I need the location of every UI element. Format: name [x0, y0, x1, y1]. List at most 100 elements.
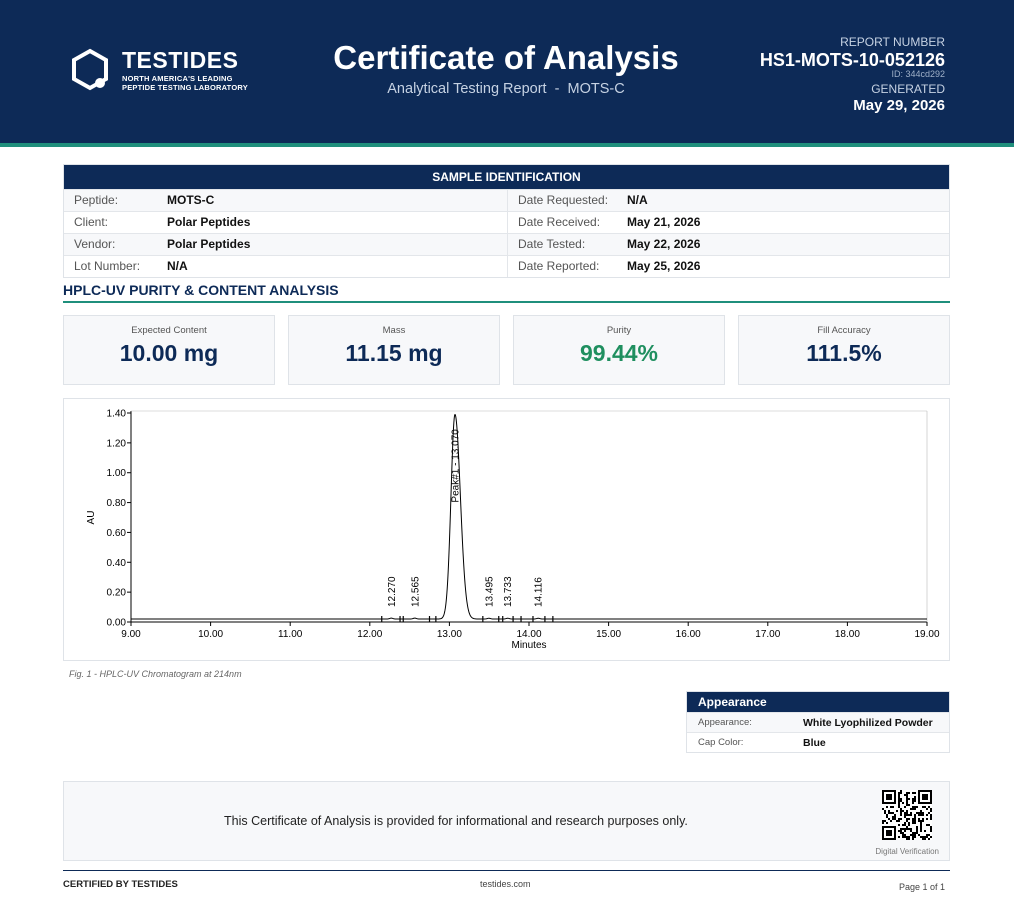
y-tick-label: 0.20: [107, 588, 127, 599]
metric-card-expected-content: Expected Content 10.00 mg: [63, 315, 275, 385]
qr-module: [894, 816, 896, 818]
qr-module: [912, 834, 914, 836]
qr-module: [916, 826, 918, 828]
qr-module: [886, 794, 892, 800]
qr-module: [896, 820, 898, 822]
qr-module: [916, 832, 918, 834]
qr-module: [884, 820, 886, 822]
x-tick-label: 10.00: [198, 629, 223, 640]
qr-module: [916, 812, 918, 814]
field-label: Lot Number:: [74, 259, 141, 273]
field-value: Polar Peptides: [167, 215, 251, 229]
generated-date: May 29, 2026: [853, 97, 945, 114]
x-tick-label: 17.00: [755, 629, 780, 640]
qr-module: [920, 828, 922, 830]
qr-module: [906, 838, 908, 840]
metric-label: Purity: [606, 325, 632, 336]
qr-module: [926, 818, 928, 820]
qr-module: [914, 836, 916, 838]
qr-module: [906, 802, 908, 804]
qr-module: [914, 816, 916, 818]
metric-card-fill-accuracy: Fill Accuracy 111.5%: [738, 315, 950, 385]
qr-module: [920, 814, 922, 816]
x-tick-label: 9.00: [121, 629, 141, 640]
x-axis-label: Minutes: [511, 640, 546, 651]
chromatogram-trace: [131, 413, 927, 620]
qr-module: [904, 836, 906, 838]
qr-module: [906, 814, 908, 816]
header-accent-stripe: [0, 143, 1014, 147]
qr-module: [920, 822, 922, 824]
qr-module: [926, 824, 928, 826]
qr-module: [902, 810, 904, 812]
qr-module: [902, 836, 904, 838]
qr-module: [890, 806, 892, 808]
qr-module: [908, 804, 910, 806]
field-value: N/A: [167, 259, 188, 273]
qr-module: [908, 798, 910, 800]
y-tick-label: 0.40: [107, 558, 127, 569]
qr-module: [910, 808, 912, 810]
brand-tagline: NORTH AMERICA'S LEADING: [122, 74, 233, 83]
qr-module: [914, 806, 916, 808]
qr-module: [930, 814, 932, 816]
qr-module: [906, 828, 908, 830]
appearance-heading: Appearance: [687, 692, 949, 712]
qr-module: [922, 836, 924, 838]
qr-module: [904, 828, 906, 830]
footer-website-link[interactable]: testides.com: [480, 879, 531, 889]
qr-module: [906, 798, 908, 800]
qr-module: [898, 802, 900, 804]
qr-module: [898, 806, 900, 808]
report-id: ID: 344cd292: [891, 69, 945, 79]
qr-code-icon[interactable]: [882, 790, 932, 840]
metric-label: Expected Content: [131, 325, 207, 336]
qr-module: [914, 792, 916, 794]
qr-module: [900, 812, 902, 814]
qr-module: [898, 800, 900, 802]
qr-module: [920, 812, 922, 814]
qr-module: [920, 824, 922, 826]
table-row: Client: Polar Peptides Date Received: Ma…: [64, 211, 949, 233]
qr-module: [900, 814, 902, 816]
qr-module: [906, 810, 908, 812]
report-number-label: REPORT NUMBER: [840, 35, 945, 49]
field-label: Peptide:: [74, 193, 119, 207]
qr-module: [902, 824, 904, 826]
hexagon-logo-icon: [72, 48, 108, 91]
field-label: Date Tested:: [507, 234, 627, 255]
appearance-table: Appearance Appearance: White Lyophilized…: [686, 691, 950, 753]
qr-module: [918, 814, 920, 816]
qr-module: [912, 792, 914, 794]
minor-peak-label: 13.733: [503, 576, 514, 607]
qr-module: [930, 836, 932, 838]
qr-module: [922, 806, 924, 808]
qr-module: [912, 806, 914, 808]
qr-module: [912, 836, 914, 838]
qr-module: [918, 834, 920, 836]
y-axis-label: AU: [86, 511, 97, 525]
qr-module: [892, 812, 894, 814]
qr-module: [922, 820, 924, 822]
qr-module: [906, 794, 908, 796]
qr-module: [920, 810, 922, 812]
qr-label: Digital Verification: [875, 847, 939, 856]
qr-module: [920, 820, 922, 822]
qr-module: [908, 814, 910, 816]
qr-module: [904, 834, 906, 836]
qr-module: [908, 836, 910, 838]
qr-module: [906, 800, 908, 802]
qr-module: [910, 830, 912, 832]
qr-module: [884, 812, 886, 814]
qr-module: [914, 808, 916, 810]
qr-module: [894, 814, 896, 816]
field-label: Appearance:: [698, 717, 752, 728]
y-tick-label: 1.20: [107, 438, 127, 449]
qr-module: [898, 794, 900, 796]
qr-module: [910, 812, 912, 814]
qr-module: [904, 822, 906, 824]
qr-module: [912, 832, 914, 834]
qr-module: [902, 828, 904, 830]
sample-identification-table: SAMPLE IDENTIFICATION Peptide: MOTS-C Da…: [63, 164, 950, 278]
report-number: HS1-MOTS-10-052126: [759, 50, 945, 70]
